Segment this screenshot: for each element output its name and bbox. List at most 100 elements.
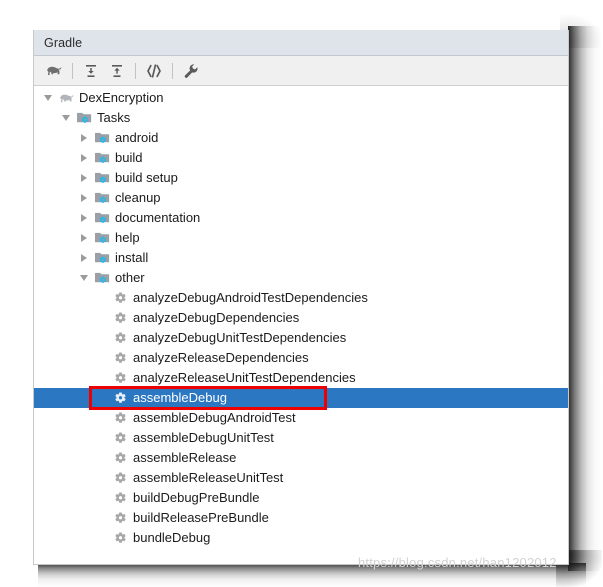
task-folder-icon [92,168,112,188]
task-folder-icon [76,112,91,123]
gear-icon [110,348,130,368]
tree-group-row[interactable]: build setup [34,168,568,188]
toolbar-separator [72,62,73,79]
chevron-right-icon[interactable] [76,188,92,208]
gear-icon [110,408,130,428]
tree-node-label: buildReleasePreBundle [133,510,269,525]
elephant-icon [56,88,76,108]
tree-node-label: assembleDebugAndroidTest [133,410,296,425]
tree-group-row[interactable]: android [34,128,568,148]
gear-icon [110,308,130,328]
gradle-tool-window: Gradle DexEncryption Tasks android build… [33,30,569,565]
tree-task-row[interactable]: analyzeDebugDependencies [34,308,568,328]
task-folder-icon [74,108,94,128]
tree-task-row[interactable]: bundleDebug [34,528,568,548]
elephant-icon [59,94,73,102]
expand-all-icon [86,64,96,77]
tree-node-label: documentation [115,210,201,225]
gear-icon [114,391,126,403]
gradle-settings-button[interactable] [178,59,204,83]
gear-icon [114,351,126,363]
chevron-down-icon[interactable] [40,88,56,108]
collapse-all-button[interactable] [104,59,130,83]
task-folder-icon [94,232,109,243]
tree-task-row[interactable]: buildReleasePreBundle [34,508,568,528]
tree-group-row[interactable]: DexEncryption [34,88,568,108]
tree-task-row[interactable]: analyzeDebugAndroidTestDependencies [34,288,568,308]
tree-task-row[interactable]: analyzeReleaseDependencies [34,348,568,368]
gradle-task-tree[interactable]: DexEncryption Tasks android build build setu… [34,86,568,563]
chevron-down-icon[interactable] [76,268,92,288]
tree-group-row[interactable]: install [34,248,568,268]
tree-task-row[interactable]: assembleDebugUnitTest [34,428,568,448]
gear-icon [110,288,130,308]
tree-task-row[interactable]: analyzeDebugUnitTestDependencies [34,328,568,348]
tree-task-row[interactable]: assembleDebugAndroidTest [34,408,568,428]
gear-icon [110,368,130,388]
gear-icon [110,468,130,488]
tree-node-label: buildDebugPreBundle [133,490,260,505]
chevron-right-icon[interactable] [76,148,92,168]
tree-task-row[interactable]: assembleReleaseUnitTest [34,468,568,488]
tree-group-row[interactable]: Tasks [34,108,568,128]
tree-group-row[interactable]: documentation [34,208,568,228]
tree-group-row[interactable]: build [34,148,568,168]
expand-all-button[interactable] [78,59,104,83]
gear-icon [110,448,130,468]
gear-icon [114,451,126,463]
tree-node-label: Tasks [97,110,131,125]
panel-title: Gradle [44,35,83,50]
offline-mode-icon [147,63,161,78]
execute-gradle-task-button[interactable] [41,59,67,83]
task-folder-icon [92,268,112,288]
gear-icon [114,491,126,503]
task-folder-icon [94,212,109,223]
gear-icon [114,411,126,423]
toolbar-separator [172,62,173,79]
gear-icon [110,508,130,528]
task-folder-icon [92,128,112,148]
chevron-right-icon[interactable] [76,248,92,268]
chevron-right-icon[interactable] [76,208,92,228]
tree-task-row[interactable]: assembleDebug [34,388,568,408]
tree-task-row[interactable]: buildDebugPreBundle [34,488,568,508]
task-folder-icon [94,132,109,143]
gradle-titlebar: Gradle [34,30,568,56]
chevron-right-icon[interactable] [76,228,92,248]
tree-node-label: build setup [115,170,178,185]
tree-node-label: analyzeDebugAndroidTestDependencies [133,290,368,305]
tree-node-label: other [115,270,145,285]
tree-node-label: analyzeDebugUnitTestDependencies [133,330,347,345]
tree-task-row[interactable]: analyzeReleaseUnitTestDependencies [34,368,568,388]
task-folder-icon [94,272,109,283]
tree-task-row[interactable]: assembleRelease [34,448,568,468]
task-folder-icon [92,188,112,208]
gear-icon [114,531,126,543]
tree-node-label: assembleDebug [133,390,227,405]
collapse-all-icon [112,64,122,77]
chevron-right-icon[interactable] [76,168,92,188]
wrench-icon [184,63,198,78]
task-folder-icon [92,148,112,168]
tree-node-label: assembleDebugUnitTest [133,430,274,445]
tree-node-label: help [115,230,140,245]
tree-group-row[interactable]: help [34,228,568,248]
gear-icon [110,528,130,548]
panel-shadow-bottom [38,563,586,587]
tree-group-row[interactable]: other [34,268,568,288]
gear-icon [114,511,126,523]
tree-node-label: assembleReleaseUnitTest [133,470,284,485]
tree-group-row[interactable]: cleanup [34,188,568,208]
gear-icon [114,471,126,483]
chevron-right-icon[interactable] [76,128,92,148]
tree-node-label: analyzeDebugDependencies [133,310,300,325]
chevron-down-icon[interactable] [58,108,74,128]
tree-node-label: build [115,150,143,165]
toggle-offline-mode-button[interactable] [141,59,167,83]
toolbar-separator [135,62,136,79]
